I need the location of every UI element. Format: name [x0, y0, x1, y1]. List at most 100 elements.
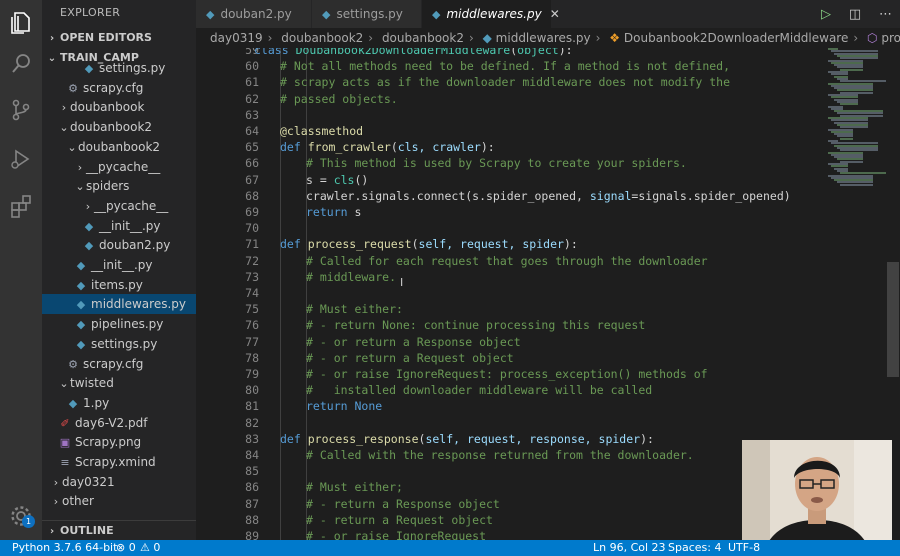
tree-item[interactable]: ◆ middlewares.py [42, 294, 196, 315]
tree-item[interactable]: › __pycache__ [42, 196, 196, 216]
python-file-icon: ◆ [482, 31, 492, 45]
code-text: # scrapy acts as if the downloader middl… [280, 75, 731, 90]
explorer-icon[interactable] [7, 8, 35, 36]
code-line: 65 def from_crawler(cls, crawler): [196, 139, 886, 155]
breadcrumb-item[interactable]: doubanbook2 [281, 31, 363, 45]
code-text: def from_crawler(cls, crawler): [280, 140, 495, 155]
tab-settings[interactable]: ◆ settings.py [312, 0, 422, 28]
tree-item[interactable]: ≡ Scrapy.xmind [42, 452, 196, 472]
code-line: 67 s = cls() [196, 172, 886, 188]
tree-item[interactable]: ◆ __init__.py [42, 216, 196, 236]
code-text: # passed objects. [280, 91, 398, 106]
line-number: 76 [245, 318, 259, 333]
tree-item[interactable]: › day0321 [42, 472, 196, 492]
breadcrumb-item[interactable]: process_exception [881, 31, 900, 45]
tree-item[interactable]: ◆ pipelines.py [42, 314, 196, 334]
open-editors-header[interactable]: › OPEN EDITORS [42, 28, 196, 48]
run-icon[interactable]: ▷ [821, 1, 831, 29]
search-icon[interactable] [7, 50, 35, 78]
code-text: # installed downloader middleware will b… [306, 383, 653, 398]
python-file-icon: ◆ [84, 239, 94, 253]
tab-label: settings.py [336, 7, 403, 21]
warning-count[interactable]: ⚠ 0 [140, 540, 160, 556]
breadcrumb-item[interactable]: doubanbook2 [382, 31, 464, 45]
code-line: 63 [196, 107, 886, 123]
chevron-right-icon: › [267, 31, 273, 45]
tree-item-label: pipelines.py [91, 317, 164, 332]
code-text: # Called for each request that goes thro… [306, 253, 708, 268]
python-interpreter[interactable]: Python 3.7.6 64-bit [12, 540, 117, 556]
tree-item[interactable]: ▣ Scrapy.png [42, 432, 196, 452]
minimap[interactable] [826, 48, 888, 188]
line-number: 78 [245, 350, 259, 365]
python-file-icon: ◆ [84, 219, 94, 233]
line-number: 74 [245, 286, 259, 300]
minimap-line [840, 137, 853, 140]
chevron-down-icon: ⌄ [59, 377, 69, 391]
tab-middlewares[interactable]: ◆ middlewares.py ✕ [422, 0, 560, 28]
tree-item-label: scrapy.cfg [83, 356, 144, 371]
tree-item-label: doubanbook [70, 100, 145, 115]
tree-item-label: Scrapy.png [75, 435, 142, 450]
source-control-icon[interactable] [7, 96, 35, 124]
tree-item[interactable]: › other [42, 491, 196, 511]
code-text: # - or raise IgnoreRequest [306, 529, 487, 540]
chevron-right-icon: › [853, 31, 859, 45]
chevron-right-icon: › [49, 526, 55, 537]
code-line: 80 # installed downloader middleware will… [196, 382, 886, 398]
explorer-title: EXPLORER [60, 6, 121, 19]
tree-item[interactable]: ◆ __init__.py [42, 255, 196, 275]
tree-item-label: doubanbook2 [78, 139, 161, 154]
split-editor-icon[interactable]: ◫ [849, 1, 861, 29]
line-number: 71 [245, 237, 259, 252]
breadcrumb-item[interactable]: day0319 [210, 31, 263, 45]
tree-item[interactable]: ⌄twisted [42, 373, 196, 393]
python-file-icon: ◆ [84, 62, 94, 75]
chevron-down-icon: ⌄ [67, 140, 77, 154]
chevron-right-icon: › [368, 31, 374, 45]
code-text: # - return a Request object [306, 512, 493, 527]
code-text: @classmethod [280, 124, 364, 138]
code-text: s = cls() [306, 172, 369, 187]
error-count[interactable]: ⊗ 0 [116, 540, 136, 556]
tree-item-label: __pycache__ [86, 159, 161, 174]
tab-douban2[interactable]: ◆ douban2.py [196, 0, 312, 28]
tree-item[interactable]: ⌄doubanbook2 [42, 117, 196, 137]
outline-header[interactable]: › OUTLINE [42, 520, 196, 540]
tree-item[interactable]: ◆ 1.py [42, 393, 196, 413]
tree-item[interactable]: › __pycache__ [42, 157, 196, 177]
line-number: 88 [245, 512, 259, 527]
tree-item-label: doubanbook2 [70, 120, 153, 135]
minimap-line [840, 183, 873, 186]
encoding[interactable]: UTF-8 [728, 540, 760, 556]
code-line: 75 # Must either: [196, 301, 886, 317]
tree-item[interactable]: ⚙ scrapy.cfg [42, 354, 196, 374]
tree-item[interactable]: ⌄doubanbook2 [42, 137, 196, 157]
editor-actions: ▷ ◫ ⋯ [807, 0, 892, 28]
tab-label: douban2.py [220, 7, 292, 21]
run-debug-icon[interactable] [7, 145, 35, 173]
chevron-right-icon: › [53, 495, 59, 509]
tree-item[interactable]: ◆ douban2.py [42, 235, 196, 255]
line-number: 84 [245, 448, 259, 462]
tree-item[interactable]: ✐ day6-V2.pdf [42, 413, 196, 433]
close-icon[interactable]: ✕ [550, 7, 560, 21]
tree-item[interactable]: ◆ settings.py [42, 334, 196, 354]
more-actions-icon[interactable]: ⋯ [879, 1, 892, 29]
tree-item[interactable]: ⌄spiders [42, 176, 196, 196]
tree-item[interactable]: ◆ items.py [42, 275, 196, 295]
tree-item[interactable]: ⚙ scrapy.cfg [42, 78, 196, 98]
extensions-icon[interactable] [7, 192, 35, 220]
python-file-icon: ◆ [206, 8, 215, 21]
tree-item-label: __pycache__ [94, 198, 169, 213]
chevron-down-icon: ⌄ [59, 121, 69, 135]
breadcrumb-item[interactable]: Doubanbook2DownloaderMiddleware [624, 31, 848, 45]
tree-item[interactable]: ◆ settings.py [42, 58, 196, 78]
breadcrumb-item[interactable]: middlewares.py [496, 31, 591, 45]
cursor-position[interactable]: Ln 96, Col 23 [593, 540, 666, 556]
breadcrumb: day0319 › doubanbook2 › doubanbook2 › ◆ mid… [196, 28, 900, 48]
scrollbar-thumb[interactable] [887, 262, 899, 377]
tree-item[interactable]: › doubanbook [42, 97, 196, 117]
indentation[interactable]: Spaces: 4 [668, 540, 721, 556]
code-line: 73 # middleware. [196, 269, 886, 285]
